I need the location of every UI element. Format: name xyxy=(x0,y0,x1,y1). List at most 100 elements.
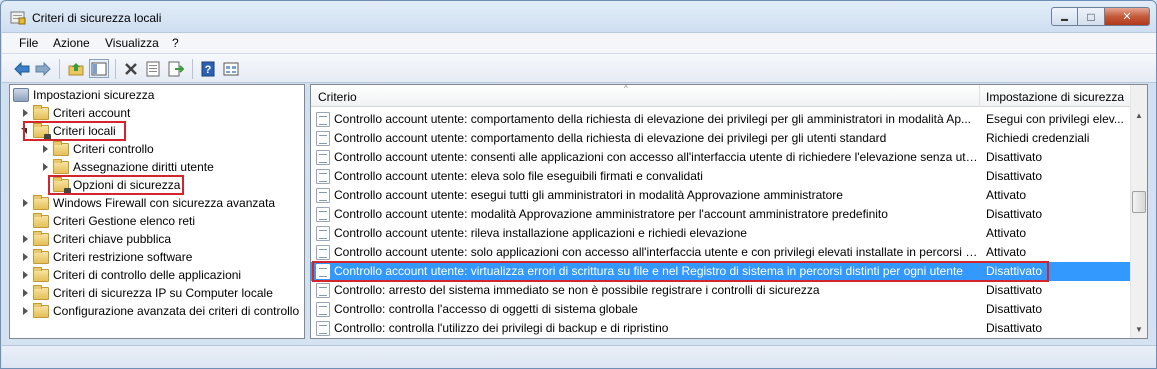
close-button[interactable]: ✕ xyxy=(1105,7,1150,26)
policy-setting: Disattivato xyxy=(986,150,1043,164)
collapsed-arrow-icon[interactable] xyxy=(20,306,30,316)
policy-list[interactable]: ^ Criterio Impostazione di sicurezza Con… xyxy=(310,84,1148,339)
tree-item[interactable]: Criteri di sicurezza IP su Computer loca… xyxy=(20,284,273,302)
policy-icon xyxy=(316,302,330,317)
tree-item-label: Windows Firewall con sicurezza avanzata xyxy=(53,196,276,210)
tree-item-label: Criteri account xyxy=(53,106,131,120)
table-row[interactable]: Controllo account utente: eleva solo fil… xyxy=(311,167,1133,186)
delete-icon xyxy=(125,62,137,75)
folder-icon xyxy=(53,140,69,156)
tree-item[interactable]: Criteri Gestione elenco reti xyxy=(20,212,195,230)
tree-item[interactable]: Criteri controllo xyxy=(40,140,154,158)
properties-button[interactable] xyxy=(143,59,163,78)
collapsed-arrow-icon[interactable] xyxy=(20,252,30,262)
scroll-down-icon[interactable]: ▼ xyxy=(1131,321,1147,338)
close-icon: ✕ xyxy=(1122,11,1132,23)
tree-pane[interactable]: Impostazioni sicurezza Criteri account Cr… xyxy=(9,84,305,339)
table-row[interactable]: Controllo account utente: consenti alle … xyxy=(311,148,1133,167)
tree-root-label: Impostazioni sicurezza xyxy=(33,88,155,102)
collapsed-arrow-icon[interactable] xyxy=(20,198,30,208)
list-header: ^ Criterio Impostazione di sicurezza xyxy=(311,84,1147,107)
maximize-button[interactable]: □ xyxy=(1078,7,1105,26)
table-row[interactable]: Controllo: arresto del sistema immediato… xyxy=(311,281,1133,300)
column-header-policy[interactable]: Criterio xyxy=(318,90,357,104)
policy-setting: Attivato xyxy=(986,245,1027,259)
back-button[interactable] xyxy=(12,59,32,78)
view-button[interactable] xyxy=(221,59,241,78)
up-folder-icon xyxy=(68,62,84,75)
collapsed-arrow-icon[interactable] xyxy=(20,108,30,118)
tree-item[interactable]: Configurazione avanzata dei criteri di c… xyxy=(20,302,299,320)
policy-name: Controllo account utente: comportamento … xyxy=(334,131,887,145)
tree-item-label: Criteri controllo xyxy=(73,142,154,156)
table-row[interactable]: Controllo account utente: solo applicazi… xyxy=(311,243,1133,262)
tree-item[interactable]: Assegnazione diritti utente xyxy=(40,158,214,176)
collapsed-arrow-icon[interactable] xyxy=(40,162,50,172)
policy-setting: Disattivato xyxy=(986,321,1043,335)
minimize-button[interactable]: ▬ xyxy=(1051,7,1078,26)
forward-button[interactable] xyxy=(33,59,53,78)
table-row[interactable]: Controllo account utente: modalità Appro… xyxy=(311,205,1133,224)
help-button[interactable]: ? xyxy=(198,59,218,78)
policy-icon xyxy=(316,283,330,298)
menu-visualizza[interactable]: Visualizza xyxy=(105,36,159,50)
tree-item[interactable]: Criteri chiave pubblica xyxy=(20,230,171,248)
collapsed-arrow-icon[interactable] xyxy=(20,288,30,298)
menu-file[interactable]: File xyxy=(19,36,38,50)
tree-item[interactable]: Criteri di controllo delle applicazioni xyxy=(20,266,241,284)
properties-icon xyxy=(146,61,160,76)
toolbar: ? xyxy=(2,53,1156,83)
policy-icon xyxy=(316,131,330,146)
column-header-setting[interactable]: Impostazione di sicurezza xyxy=(986,90,1124,104)
policy-setting: Attivato xyxy=(986,226,1027,240)
collapsed-arrow-icon[interactable] xyxy=(20,270,30,280)
table-row[interactable]: Controllo: controlla l'accesso di oggett… xyxy=(311,300,1133,319)
tree-item-label: Criteri chiave pubblica xyxy=(53,232,172,246)
table-row[interactable]: Controllo: controlla l'utilizzo dei priv… xyxy=(311,319,1133,338)
tree-item[interactable]: Criteri restrizione software xyxy=(20,248,192,266)
show-tree-button[interactable] xyxy=(89,59,109,78)
show-tree-icon xyxy=(91,62,107,75)
policy-icon xyxy=(316,321,330,336)
folder-icon xyxy=(33,266,49,282)
tree-item-label: Assegnazione diritti utente xyxy=(73,160,214,174)
status-bar xyxy=(2,345,1156,368)
up-folder-button[interactable] xyxy=(66,59,86,78)
minimize-icon: ▬ xyxy=(1061,16,1068,23)
folder-icon xyxy=(33,284,49,300)
menu-help[interactable]: ? xyxy=(172,36,179,50)
tree-item[interactable]: Criteri account xyxy=(20,104,130,122)
title-bar[interactable]: Criteri di sicurezza locali ▬ □ ✕ xyxy=(1,1,1156,32)
scroll-thumb[interactable] xyxy=(1132,191,1146,213)
policy-icon xyxy=(316,226,330,241)
tree-item[interactable]: Windows Firewall con sicurezza avanzata xyxy=(20,194,275,212)
policy-icon xyxy=(316,150,330,165)
table-row[interactable]: Controllo account utente: comportamento … xyxy=(311,110,1133,129)
export-list-button[interactable] xyxy=(166,59,186,78)
collapsed-arrow-icon[interactable] xyxy=(20,234,30,244)
table-row[interactable]: Controllo account utente: rileva install… xyxy=(311,224,1133,243)
folder-icon xyxy=(33,248,49,264)
policy-setting: Disattivato xyxy=(986,302,1043,316)
policy-name: Controllo account utente: solo applicazi… xyxy=(334,245,979,259)
collapsed-arrow-icon[interactable] xyxy=(40,144,50,154)
window: Criteri di sicurezza locali ▬ □ ✕ File A… xyxy=(0,0,1157,369)
menu-azione[interactable]: Azione xyxy=(53,36,90,50)
policy-name: Controllo account utente: comportamento … xyxy=(334,112,971,126)
security-settings-icon xyxy=(13,88,29,102)
policy-name: Controllo account utente: consenti alle … xyxy=(334,150,979,164)
table-row[interactable]: Controllo account utente: esegui tutti g… xyxy=(311,186,1133,205)
tree-root[interactable]: Impostazioni sicurezza xyxy=(13,86,154,104)
delete-button[interactable] xyxy=(121,59,141,78)
security-policy-icon xyxy=(10,11,26,25)
forward-icon xyxy=(35,61,51,76)
policy-name: Controllo: controlla l'accesso di oggett… xyxy=(334,302,638,316)
folder-icon xyxy=(33,212,49,228)
back-icon xyxy=(14,61,30,76)
table-row[interactable]: Controllo account utente: comportamento … xyxy=(311,129,1133,148)
scroll-up-icon[interactable]: ▲ xyxy=(1131,107,1147,124)
tree-item-label: Criteri di controllo delle applicazioni xyxy=(53,268,242,282)
svg-text:?: ? xyxy=(205,64,212,76)
folder-icon xyxy=(33,302,49,318)
vertical-scrollbar[interactable]: ▲ ▼ xyxy=(1130,85,1147,338)
